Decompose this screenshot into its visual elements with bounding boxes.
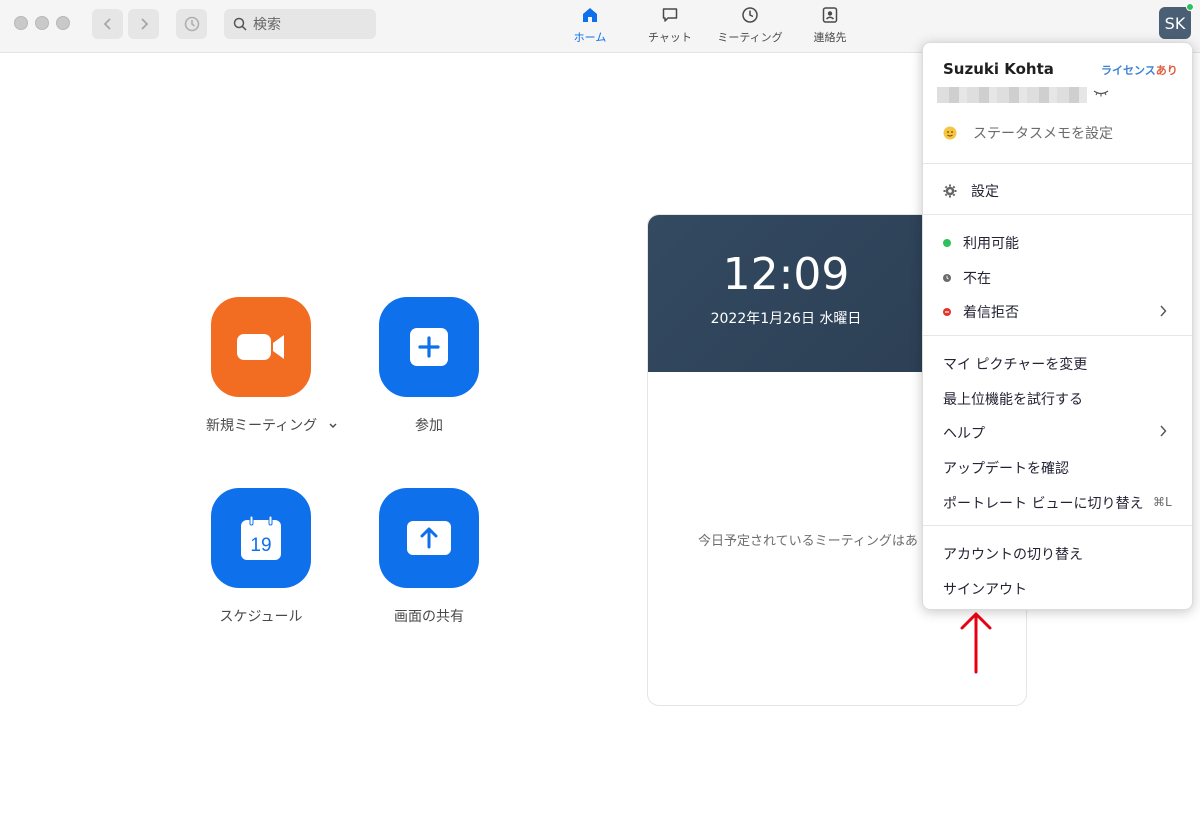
tab-contacts-label: 連絡先 — [813, 31, 847, 44]
schedule-button[interactable]: 19 — [211, 488, 311, 588]
new-meeting-text: 新規ミーティング — [206, 418, 318, 434]
tab-meetings-label: ミーティング — [717, 31, 783, 44]
tab-chat[interactable]: チャット — [630, 6, 710, 48]
user-name: Suzuki Kohta — [943, 60, 1054, 78]
chevron-right-icon — [1160, 305, 1167, 317]
away-label: 不在 — [963, 271, 991, 287]
avatar[interactable]: SK — [1159, 7, 1191, 39]
license-text: ライセンス — [1101, 64, 1156, 77]
tab-meetings[interactable]: ミーティング — [710, 6, 790, 48]
help-item[interactable]: ヘルプ — [943, 423, 985, 443]
dnd-label: 着信拒否 — [963, 305, 1019, 321]
tab-home-label: ホーム — [573, 31, 607, 44]
away-clock-icon — [943, 274, 951, 282]
annotation-arrow-icon — [960, 612, 992, 674]
portrait-shortcut: ⌘L — [1153, 495, 1172, 509]
back-button[interactable] — [92, 9, 123, 39]
settings-item[interactable]: 設定 — [943, 181, 999, 201]
history-button[interactable] — [176, 9, 207, 39]
license-text-suffix: あり — [1155, 64, 1178, 77]
switch-account-item[interactable]: アカウントの切り替え — [943, 544, 1083, 564]
tab-contacts[interactable]: 連絡先 — [790, 6, 870, 48]
zoom-window-button[interactable] — [56, 16, 70, 30]
join-button[interactable] — [379, 297, 479, 397]
email-redacted — [937, 87, 1087, 103]
search-icon — [233, 17, 247, 31]
chevron-left-icon — [103, 18, 111, 30]
calendar-icon: 19 — [241, 515, 281, 560]
gear-icon — [943, 184, 957, 198]
video-camera-icon — [237, 334, 284, 360]
check-updates-item[interactable]: アップデートを確認 — [943, 458, 1069, 478]
chevron-down-icon[interactable] — [328, 422, 338, 430]
menu-divider — [923, 525, 1192, 526]
share-screen-button[interactable] — [379, 488, 479, 588]
chat-icon — [662, 8, 678, 22]
sign-out-item[interactable]: サインアウト — [943, 579, 1027, 599]
menu-divider — [923, 335, 1192, 336]
emoji-icon — [943, 126, 957, 140]
chevron-right-icon — [1160, 425, 1167, 437]
current-time: 12:09 — [722, 249, 850, 300]
available-dot-icon — [943, 239, 951, 247]
clock-icon — [742, 7, 758, 23]
search-input[interactable]: 検索 — [224, 9, 376, 39]
tab-home[interactable]: ホーム — [550, 6, 630, 48]
settings-label: 設定 — [971, 184, 999, 200]
status-dnd-item[interactable]: 着信拒否 — [943, 302, 1019, 322]
plus-icon — [410, 328, 448, 366]
menu-divider — [923, 163, 1192, 164]
search-placeholder: 検索 — [253, 17, 281, 33]
portrait-view-item[interactable]: ポートレート ビューに切り替え — [943, 493, 1143, 513]
new-meeting-label[interactable]: 新規ミーティング — [206, 415, 338, 435]
new-meeting-button[interactable] — [211, 297, 311, 397]
history-icon — [184, 16, 199, 32]
join-label: 参加 — [415, 418, 443, 434]
tab-chat-label: チャット — [648, 31, 692, 44]
share-screen-label: 画面の共有 — [394, 609, 464, 625]
do-not-disturb-icon — [943, 308, 951, 316]
license-badge: ライセンスあり — [1101, 62, 1178, 78]
change-picture-item[interactable]: マイ ピクチャーを変更 — [943, 354, 1087, 374]
home-icon — [583, 8, 597, 22]
calendar-day: 19 — [250, 535, 271, 556]
schedule-label: スケジュール — [219, 609, 303, 625]
contacts-icon — [822, 7, 838, 23]
close-window-button[interactable] — [14, 16, 28, 30]
current-date: 2022年1月26日 水曜日 — [710, 311, 862, 327]
set-status-memo-item[interactable]: ステータスメモを設定 — [943, 123, 1113, 143]
forward-button[interactable] — [128, 9, 159, 39]
status-away-item[interactable]: 不在 — [943, 268, 991, 288]
menu-divider — [923, 214, 1192, 215]
profile-menu: Suzuki Kohta ライセンスあり ステータスメモを設定 設定 利用可能 … — [922, 42, 1193, 610]
available-label: 利用可能 — [963, 236, 1019, 252]
share-screen-icon — [407, 521, 451, 555]
chevron-right-icon — [140, 18, 148, 30]
hidden-eye-icon[interactable] — [1093, 88, 1109, 98]
status-available-item[interactable]: 利用可能 — [943, 233, 1019, 253]
try-top-features-item[interactable]: 最上位機能を試行する — [943, 389, 1083, 409]
minimize-window-button[interactable] — [35, 16, 49, 30]
presence-indicator — [1186, 3, 1194, 11]
status-memo-label: ステータスメモを設定 — [973, 126, 1113, 142]
no-meetings-message: 今日予定されているミーティングはあ — [698, 534, 918, 549]
